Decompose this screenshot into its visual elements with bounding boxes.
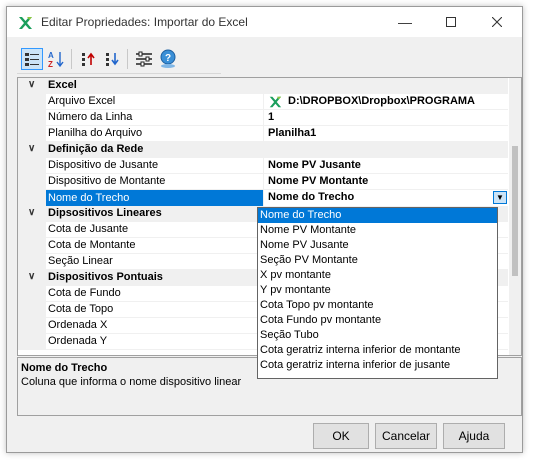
settings-sliders-icon [136,51,152,67]
property-name: Cota de Topo [48,303,114,315]
toolbar-separator [71,49,72,69]
chevron-down-icon[interactable]: ∨ [28,207,35,218]
property-value[interactable]: Nome PV Montante [268,175,368,187]
help-title: Nome do Trecho [21,362,108,374]
property-name: Ordenada X [48,319,108,331]
dropdown-option[interactable]: Nome do Trecho [258,208,497,223]
chevron-down-icon[interactable]: ∨ [28,271,35,282]
dropdown-option[interactable]: Seção PV Montante [258,253,497,268]
chevron-down-icon[interactable]: ∨ [28,79,35,90]
dropdown-list[interactable]: Nome do Trecho Nome PV Montante Nome PV … [257,207,498,379]
property-row-selected[interactable]: Nome do Trecho Nome do Trecho ▼ [18,190,508,206]
property-row[interactable]: Dispositivo de Montante Nome PV Montante [18,174,508,190]
excel-file-icon [269,96,282,108]
title-bar: Editar Propriedades: Importar do Excel — [7,7,522,37]
property-value[interactable]: Nome do Trecho [268,191,354,203]
app-icon [19,17,32,29]
property-name: Planilha do Arquivo [48,127,143,139]
property-name: Número da Linha [48,111,133,123]
property-name: Dispositivo de Jusante [48,159,159,171]
categorized-icon [25,53,39,66]
window-title: Editar Propriedades: Importar do Excel [41,15,248,29]
chevron-down-icon: ▼ [496,193,504,202]
property-value[interactable]: 1 [268,111,274,123]
category-label: Dispositivos Pontuais [48,271,163,283]
minimize-button[interactable]: — [382,7,428,37]
property-name: Cota de Jusante [48,223,129,235]
property-name: Seção Linear [48,255,113,267]
help-globe-button[interactable]: ? [157,48,179,70]
property-name: Arquivo Excel [48,95,116,107]
dropdown-option[interactable]: Cota Fundo pv montante [258,313,497,328]
svg-text:A: A [48,51,54,60]
dropdown-option[interactable]: Y pv montante [258,283,497,298]
close-icon [492,17,502,27]
category-label: Dipsositivos Lineares [48,207,162,219]
toolbar: A Z ? [17,45,221,74]
svg-text:Z: Z [48,60,53,68]
property-row[interactable]: Planilha do Arquivo Planilha1 [18,126,508,142]
dropdown-option[interactable]: Cota geratriz interna inferior de jusant… [258,358,497,373]
category-label: Definição da Rede [48,143,144,155]
dropdown-toggle-button[interactable]: ▼ [493,191,507,204]
property-value[interactable]: Planilha1 [268,127,316,139]
help-description: Coluna que informa o nome dispositivo li… [21,376,242,388]
minimize-icon: — [398,14,412,30]
settings-button[interactable] [133,48,155,70]
property-row[interactable]: Número da Linha 1 [18,110,508,126]
dropdown-option[interactable]: X pv montante [258,268,497,283]
dropdown-option[interactable]: Cota geratriz interna inferior de montan… [258,343,497,358]
move-down-button[interactable] [101,48,123,70]
close-button[interactable] [474,7,520,37]
maximize-button[interactable] [428,7,474,37]
property-value[interactable]: Nome PV Jusante [268,159,361,171]
svg-text:?: ? [165,53,171,64]
maximize-icon [446,17,456,27]
chevron-down-icon[interactable]: ∨ [28,143,35,154]
property-name: Ordenada Y [48,335,108,347]
property-row[interactable]: Arquivo Excel D:\DROPBOX\Dropbox\PROGRAM… [18,94,508,110]
move-down-icon [106,53,119,66]
help-globe-icon: ? [160,49,176,68]
property-name: Cota de Montante [48,239,136,251]
property-name: Nome do Trecho [46,190,263,206]
dropdown-option[interactable]: Nome PV Jusante [258,238,497,253]
cancel-button[interactable]: Cancelar [375,423,437,449]
move-up-icon [82,52,95,66]
dropdown-option[interactable]: Seção Tubo [258,328,497,343]
move-up-button[interactable] [77,48,99,70]
dropdown-option[interactable]: Cota Topo pv montante [258,298,497,313]
dropdown-option[interactable]: Nome PV Montante [258,223,497,238]
categorized-button[interactable] [21,48,43,70]
property-name: Dispositivo de Montante [48,175,166,187]
property-row[interactable]: Dispositivo de Jusante Nome PV Jusante [18,158,508,174]
ok-button[interactable]: OK [313,423,369,449]
alphabetical-button[interactable]: A Z [45,48,67,70]
property-value[interactable]: D:\DROPBOX\Dropbox\PROGRAMA [288,95,475,107]
category-definicao-da-rede[interactable]: ∨ Definição da Rede [18,142,508,158]
alphabetical-icon: A Z [48,51,64,68]
help-button[interactable]: Ajuda [443,423,505,449]
scrollbar-thumb[interactable] [512,146,518,276]
toolbar-separator [127,49,128,69]
vertical-scrollbar[interactable] [509,78,521,355]
category-excel[interactable]: ∨ Excel [18,78,508,94]
property-name: Cota de Fundo [48,287,121,299]
category-label: Excel [48,79,77,91]
